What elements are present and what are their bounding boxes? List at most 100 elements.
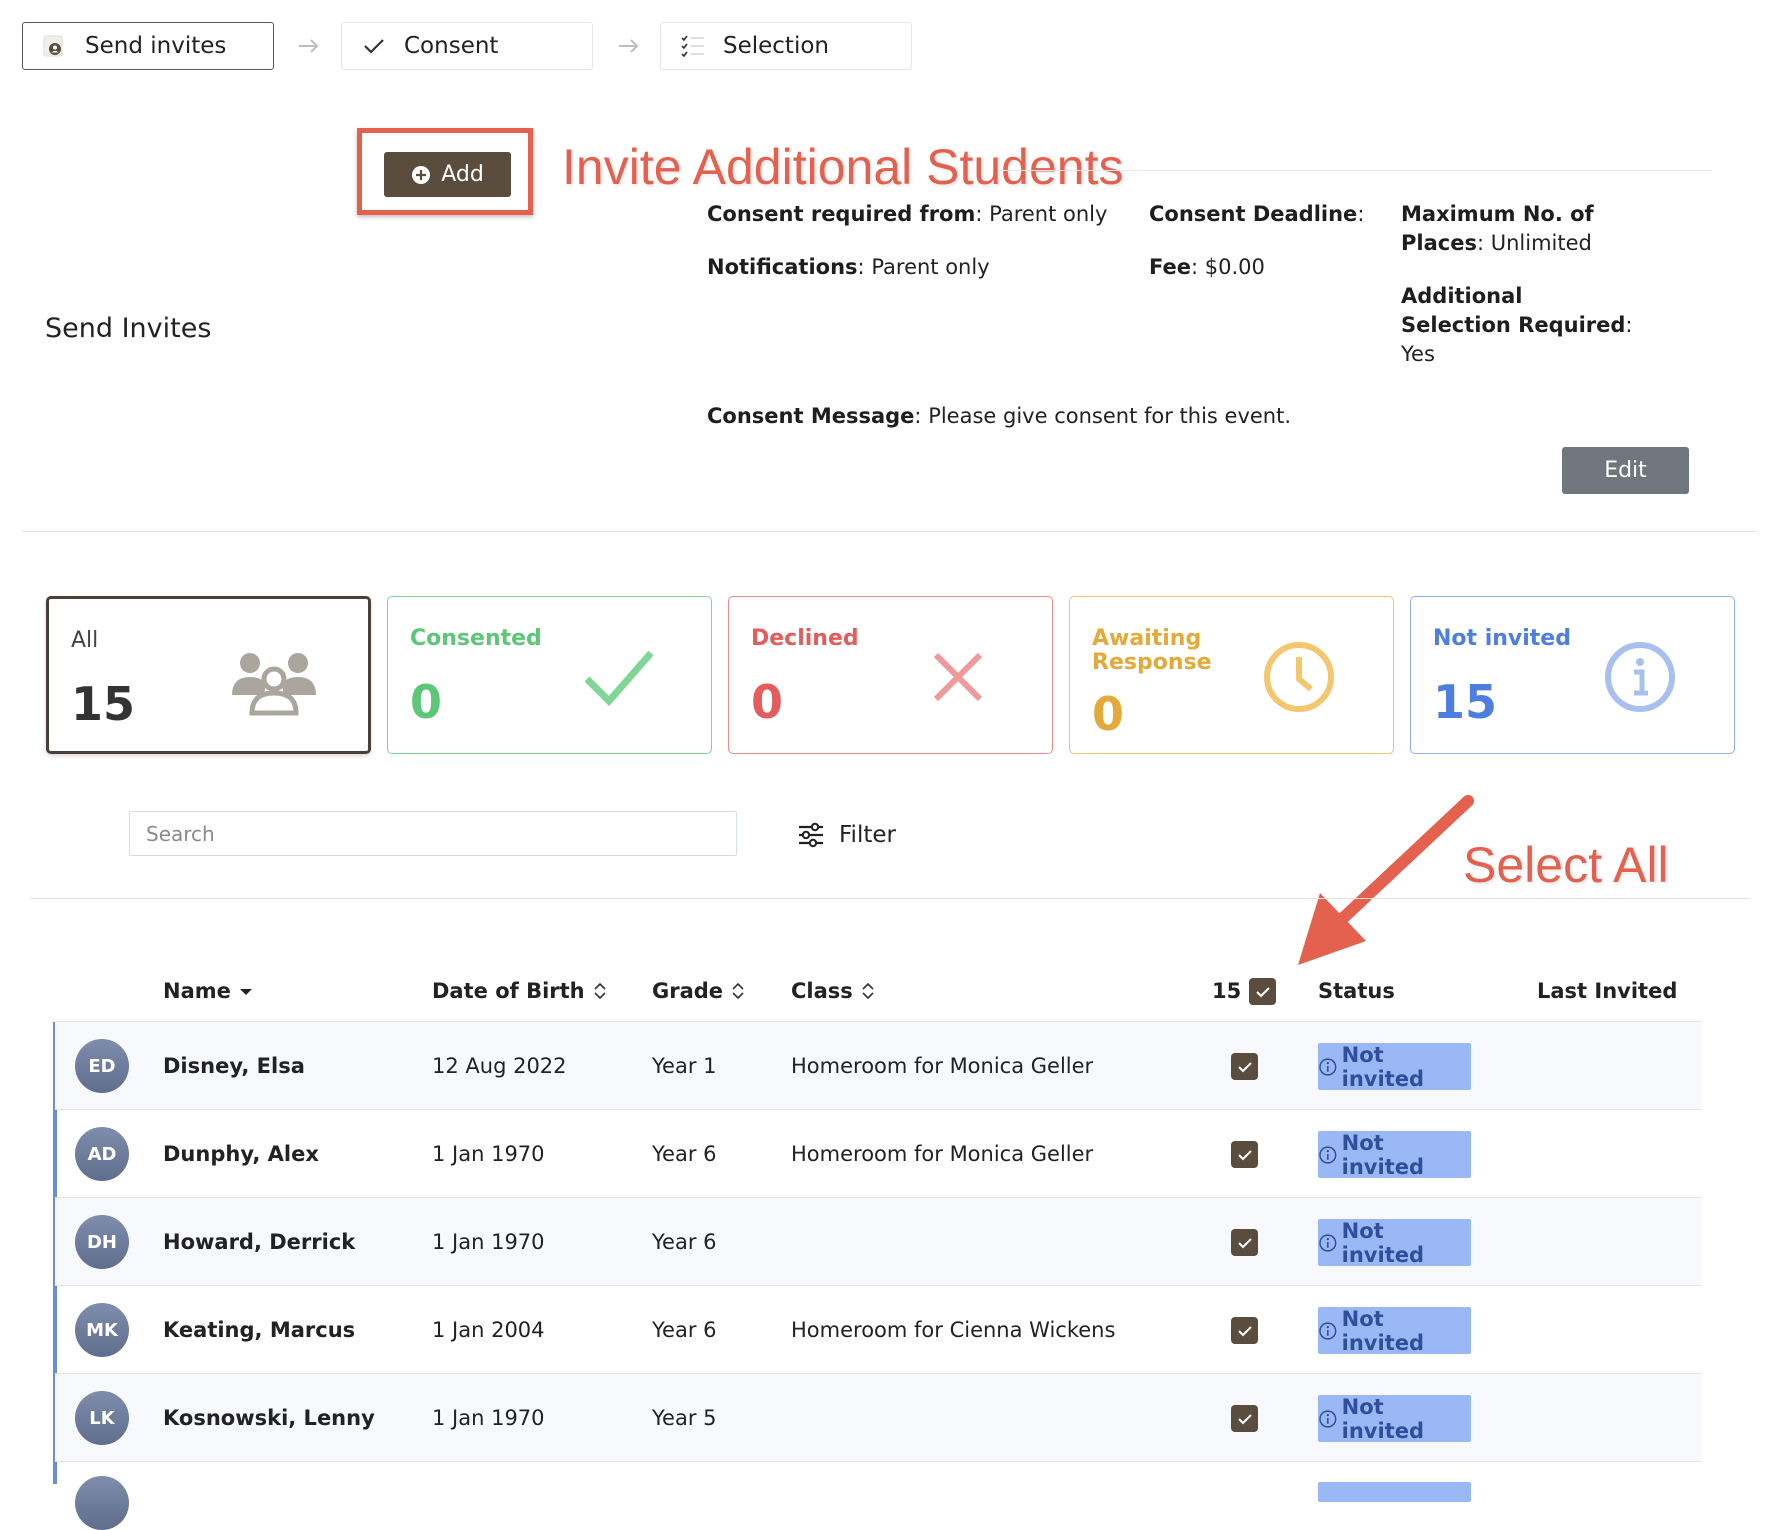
info-icon <box>1605 642 1675 712</box>
avatar: LK <box>75 1391 129 1445</box>
arrow-right-icon <box>299 39 319 53</box>
check-icon <box>584 650 654 707</box>
status-badge: Not invited <box>1318 1307 1471 1355</box>
x-icon <box>933 652 983 702</box>
column-header-class[interactable]: Class <box>791 979 875 1003</box>
filter-sliders-icon <box>799 822 823 848</box>
table-row[interactable]: ED Disney, Elsa 12 Aug 2022 Year 1 Homer… <box>55 1022 1701 1110</box>
avatar: MK <box>75 1303 129 1357</box>
annotation-select-all: Select All <box>1463 837 1669 893</box>
info-icon <box>1319 1321 1337 1340</box>
table-row[interactable]: LK Kosnowski, Lenny 1 Jan 1970 Year 5 No… <box>55 1374 1701 1462</box>
student-name: Keating, Marcus <box>163 1318 356 1342</box>
student-name: Disney, Elsa <box>163 1054 305 1078</box>
status-badge: Not invited <box>1318 1395 1471 1443</box>
student-dob: 1 Jan 2004 <box>432 1318 545 1342</box>
annotation-arrow-icon <box>1298 795 1474 965</box>
info-icon <box>1319 1409 1337 1428</box>
filter-button[interactable]: Filter <box>797 818 896 852</box>
search-input[interactable]: Search <box>129 811 737 856</box>
student-grade: Year 6 <box>652 1318 717 1342</box>
status-badge: Not invited <box>1318 1131 1471 1179</box>
avatar <box>75 1476 129 1530</box>
filter-label: Filter <box>839 822 896 848</box>
stat-card-all[interactable]: All 15 <box>46 596 371 754</box>
info-max-places: Maximum No. of Places: Unlimited <box>1401 202 1594 255</box>
student-dob: 1 Jan 1970 <box>432 1142 545 1166</box>
student-dob: 12 Aug 2022 <box>432 1054 567 1078</box>
column-header-dob[interactable]: Date of Birth <box>432 979 607 1003</box>
student-name: Kosnowski, Lenny <box>163 1406 375 1430</box>
add-button-label: Add <box>441 162 484 187</box>
row-checkbox[interactable] <box>1231 1053 1258 1080</box>
sort-desc-icon <box>239 989 252 995</box>
info-icon <box>1319 1057 1337 1076</box>
stat-label: Declined <box>751 626 859 651</box>
row-checkbox[interactable] <box>1231 1405 1258 1432</box>
info-additional-selection: Additional Selection Required: Yes <box>1401 284 1633 366</box>
header-divider <box>1000 170 1712 171</box>
student-grade: Year 1 <box>652 1054 717 1078</box>
stat-count: 0 <box>1092 687 1125 741</box>
plus-circle-icon <box>412 165 431 184</box>
check-icon <box>1237 1061 1252 1072</box>
check-icon <box>1255 986 1270 997</box>
student-grade: Year 6 <box>652 1230 717 1254</box>
column-header-last-invited: Last Invited <box>1537 979 1678 1003</box>
annotation-invite-additional: Invite Additional Students <box>562 139 1124 195</box>
select-all-checkbox[interactable] <box>1249 978 1276 1005</box>
info-consent-deadline: Consent Deadline: <box>1149 202 1365 226</box>
arrow-right-icon <box>619 39 639 53</box>
users-icon <box>232 653 316 716</box>
step-selection[interactable]: Selection <box>660 22 912 70</box>
table-row[interactable]: AD Dunphy, Alex 1 Jan 1970 Year 6 Homero… <box>55 1110 1701 1198</box>
add-button[interactable]: Add <box>384 152 511 197</box>
status-badge <box>1318 1482 1471 1502</box>
column-header-select-all: 15 <box>1212 979 1241 1003</box>
sort-icon <box>862 982 874 1000</box>
student-dob: 1 Jan 1970 <box>432 1230 545 1254</box>
table-row[interactable]: MK Keating, Marcus 1 Jan 2004 Year 6 Hom… <box>55 1286 1701 1374</box>
row-checkbox[interactable] <box>1231 1317 1258 1344</box>
column-header-name[interactable]: Name <box>163 979 253 1003</box>
stat-count: 0 <box>751 675 784 729</box>
stat-count: 0 <box>410 675 443 729</box>
stat-card-consented[interactable]: Consented 0 <box>387 596 712 754</box>
info-fee: Fee: $0.00 <box>1149 255 1265 279</box>
stat-label: Awaiting Response <box>1092 626 1212 675</box>
stat-label: Consented <box>410 626 542 651</box>
search-placeholder: Search <box>146 821 215 846</box>
send-invites-icon <box>39 30 71 62</box>
table-row[interactable]: DH Howard, Derrick 1 Jan 1970 Year 6 Not… <box>55 1198 1701 1286</box>
edit-button[interactable]: Edit <box>1562 447 1689 494</box>
student-class: Homeroom for Cienna Wickens <box>791 1318 1116 1342</box>
step-label: Selection <box>723 33 829 59</box>
student-class: Homeroom for Monica Geller <box>791 1054 1094 1078</box>
check-icon <box>358 30 390 62</box>
stat-label: Not invited <box>1433 626 1571 651</box>
step-send-invites[interactable]: Send invites <box>22 22 274 70</box>
check-icon <box>1237 1149 1252 1160</box>
check-icon <box>1237 1413 1252 1424</box>
row-checkbox[interactable] <box>1231 1229 1258 1256</box>
stat-count: 15 <box>71 677 136 731</box>
student-grade: Year 5 <box>652 1406 717 1430</box>
check-icon <box>1237 1237 1252 1248</box>
stat-card-awaiting[interactable]: Awaiting Response 0 <box>1069 596 1394 754</box>
student-name: Howard, Derrick <box>163 1230 356 1254</box>
student-name: Dunphy, Alex <box>163 1142 319 1166</box>
table-row-partial <box>55 1462 1701 1530</box>
section-title: Send Invites <box>45 313 212 344</box>
stat-card-not-invited[interactable]: Not invited 15 <box>1410 596 1735 754</box>
checklist-icon <box>677 30 709 62</box>
info-consent-required: Consent required from: Parent only <box>707 202 1108 226</box>
column-header-status: Status <box>1318 979 1395 1003</box>
step-consent[interactable]: Consent <box>341 22 593 70</box>
stat-card-declined[interactable]: Declined 0 <box>728 596 1053 754</box>
stat-label: All <box>71 628 99 653</box>
student-dob: 1 Jan 1970 <box>432 1406 545 1430</box>
column-header-grade[interactable]: Grade <box>652 979 745 1003</box>
sort-icon <box>732 982 744 1000</box>
student-grade: Year 6 <box>652 1142 717 1166</box>
row-checkbox[interactable] <box>1231 1141 1258 1168</box>
